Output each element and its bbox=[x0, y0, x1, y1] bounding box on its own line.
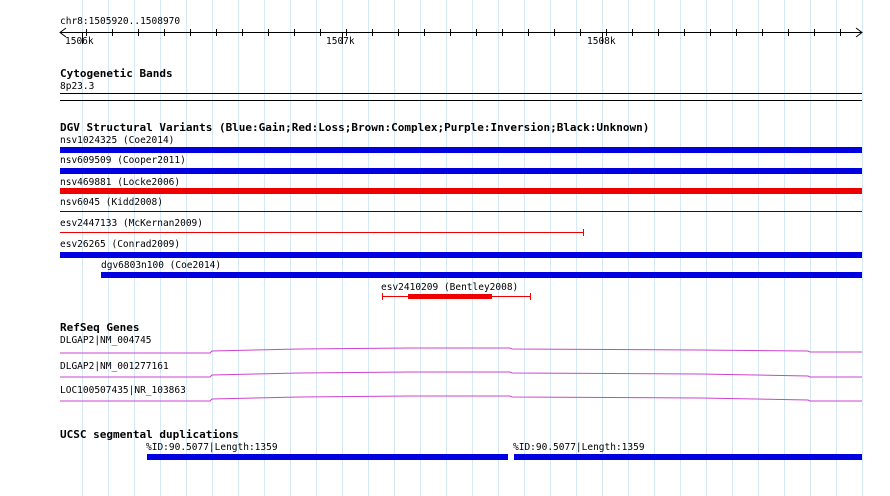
refseq-gene-models[interactable] bbox=[0, 0, 890, 496]
segdup-label: %ID:90.5077|Length:1359 bbox=[513, 442, 645, 453]
genome-browser-view: chr8:1505920..1508970 1506k 1507k 1508k … bbox=[0, 0, 890, 496]
segdup-feature[interactable] bbox=[514, 454, 862, 460]
refseq-gene-model bbox=[60, 395, 862, 402]
track-title-segdup[interactable]: UCSC segmental duplications bbox=[60, 429, 239, 441]
segdup-label: %ID:90.5077|Length:1359 bbox=[146, 442, 278, 453]
refseq-gene-model bbox=[60, 371, 862, 378]
refseq-gene-model bbox=[60, 347, 862, 354]
segdup-feature[interactable] bbox=[147, 454, 508, 460]
